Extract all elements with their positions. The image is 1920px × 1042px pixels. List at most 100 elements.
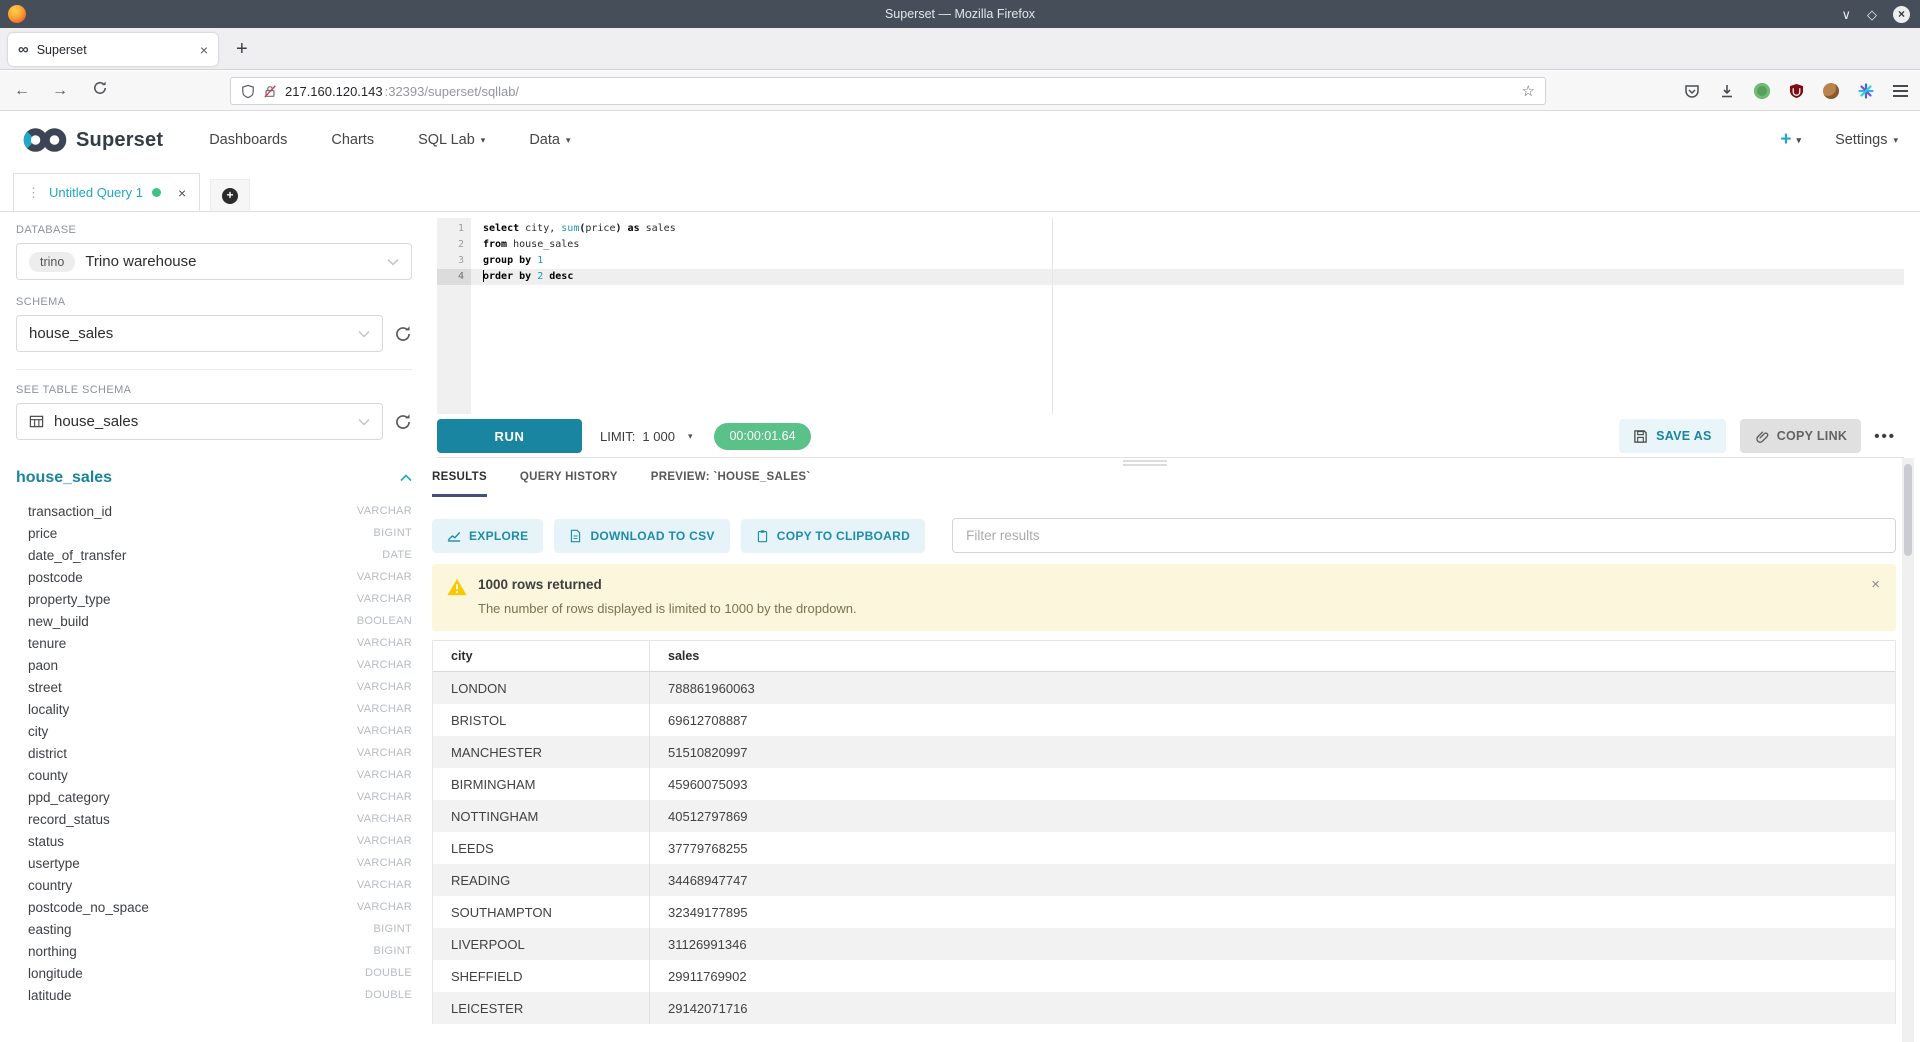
nav-item-data[interactable]: Data▾ [529,132,570,148]
table-row[interactable]: LEEDS37779768255 [433,832,1895,864]
refresh-schemas-icon[interactable] [394,325,412,343]
table-header-cell[interactable]: city [433,641,650,671]
table-select[interactable]: house_sales [16,403,383,440]
query-tab[interactable]: ⋮ Untitled Query 1 × [13,173,200,211]
more-options-button[interactable]: ••• [1874,428,1896,445]
column-row[interactable]: date_of_transferDATE [16,544,412,566]
schema-select[interactable]: house_sales [16,315,383,352]
column-row[interactable]: new_buildBOOLEAN [16,610,412,632]
tab-preview-house-sales[interactable]: PREVIEW: `HOUSE_SALES` [651,471,811,497]
collapse-table-icon[interactable] [400,474,412,482]
table-cell: BRISTOL [433,704,650,736]
nav-item-dashboards[interactable]: Dashboards [209,132,287,148]
table-row[interactable]: NOTTINGHAM40512797869 [433,800,1895,832]
column-row[interactable]: latitudeDOUBLE [16,984,412,1006]
forward-button[interactable]: → [52,81,68,101]
bookmark-star-icon[interactable]: ☆ [1522,84,1535,99]
column-row[interactable]: postcodeVARCHAR [16,566,412,588]
reload-button[interactable] [92,80,108,96]
column-row[interactable]: eastingBIGINT [16,918,412,940]
shield-icon[interactable] [241,84,255,99]
extension-ublock-icon[interactable] [1789,83,1804,99]
column-row[interactable]: priceBIGINT [16,522,412,544]
extension-cookie-icon[interactable] [1823,83,1839,99]
alert-close-icon[interactable]: × [1871,576,1880,593]
table-row[interactable]: LIVERPOOL31126991346 [433,928,1895,960]
column-row[interactable]: districtVARCHAR [16,742,412,764]
column-row[interactable]: tenureVARCHAR [16,632,412,654]
extension-privacy-icon[interactable] [1754,83,1770,99]
code-line[interactable]: from house_sales [471,237,1904,253]
table-header-cell[interactable]: sales [650,641,1895,671]
table-row[interactable]: LEICESTER29142071716 [433,992,1895,1024]
code-line[interactable]: group by 1 [471,253,1904,269]
add-query-tab-button[interactable]: + [210,179,250,211]
downloads-icon[interactable] [1719,83,1735,99]
filter-results-input[interactable] [952,518,1896,553]
tab-results[interactable]: RESULTS [432,471,487,497]
superset-logo-icon[interactable] [22,126,68,154]
new-tab-button[interactable]: + [236,36,248,62]
table-row[interactable]: MANCHESTER51510820997 [433,736,1895,768]
results-scrollbar[interactable] [1902,458,1914,1042]
link-icon [1754,429,1769,444]
alert-message: The number of rows displayed is limited … [478,601,1880,616]
explore-button[interactable]: EXPLORE [432,519,543,553]
refresh-tables-icon[interactable] [394,413,412,431]
table-row[interactable]: SOUTHAMPTON32349177895 [433,896,1895,928]
run-button[interactable]: RUN [437,419,582,453]
column-row[interactable]: ppd_categoryVARCHAR [16,786,412,808]
save-as-button[interactable]: SAVE AS [1619,419,1726,453]
drag-handle-icon[interactable]: ⋮ [27,185,40,201]
browser-tab-close-icon[interactable]: × [200,43,208,57]
window-maximize-icon[interactable]: ◇ [1867,8,1877,21]
caret-down-icon: ▾ [688,431,693,442]
column-row[interactable]: record_statusVARCHAR [16,808,412,830]
url-input[interactable]: 217.160.120.143 :32393/superset/sqllab/ … [230,77,1546,105]
table-row[interactable]: BIRMINGHAM45960075093 [433,768,1895,800]
table-row[interactable]: LONDON788861960063 [433,672,1895,704]
insecure-lock-icon[interactable] [263,84,277,99]
pocket-icon[interactable] [1684,83,1700,99]
copy-clipboard-button[interactable]: COPY TO CLIPBOARD [741,519,925,553]
column-row[interactable]: property_typeVARCHAR [16,588,412,610]
table-row[interactable]: BRISTOL69612708887 [433,704,1895,736]
sql-editor[interactable]: 1234 select city, sum(price) as salesfro… [437,218,1904,414]
menu-hamburger-icon[interactable] [1893,85,1908,97]
column-row[interactable]: longitudeDOUBLE [16,962,412,984]
code-line[interactable]: select city, sum(price) as sales [471,221,1904,237]
scrollbar-thumb[interactable] [1904,464,1912,556]
nav-item-sql-lab[interactable]: SQL Lab▾ [418,132,485,148]
column-row[interactable]: streetVARCHAR [16,676,412,698]
column-row[interactable]: postcode_no_spaceVARCHAR [16,896,412,918]
browser-tab[interactable]: ∞ Superset × [8,33,218,66]
window-close-icon[interactable]: × [1893,6,1910,23]
column-row[interactable]: transaction_idVARCHAR [16,500,412,522]
back-button[interactable]: ← [14,81,30,101]
tab-query-history[interactable]: QUERY HISTORY [520,471,618,497]
editor-code[interactable]: select city, sum(price) as salesfrom hou… [471,218,1904,414]
settings-menu[interactable]: Settings▾ [1835,132,1898,148]
brand-name[interactable]: Superset [76,129,163,152]
nav-item-charts[interactable]: Charts [331,132,374,148]
column-row[interactable]: statusVARCHAR [16,830,412,852]
column-row[interactable]: northingBIGINT [16,940,412,962]
query-tab-close-icon[interactable]: × [178,185,186,201]
code-line[interactable]: order by 2 desc [471,269,1904,285]
database-select[interactable]: trino Trino warehouse [16,243,412,280]
download-csv-button[interactable]: DOWNLOAD TO CSV [554,519,729,553]
copy-link-button[interactable]: COPY LINK [1740,419,1862,453]
table-name-heading[interactable]: house_sales [16,469,112,487]
column-row[interactable]: countryVARCHAR [16,874,412,896]
limit-dropdown[interactable]: LIMIT: 1 000 ▾ [600,429,692,444]
extension-colorful-icon[interactable] [1858,83,1874,99]
table-row[interactable]: READING34468947747 [433,864,1895,896]
column-row[interactable]: localityVARCHAR [16,698,412,720]
new-item-button[interactable]: +▾ [1780,129,1801,151]
window-minimize-icon[interactable]: ∨ [1841,8,1851,21]
column-row[interactable]: paonVARCHAR [16,654,412,676]
column-row[interactable]: cityVARCHAR [16,720,412,742]
column-row[interactable]: countyVARCHAR [16,764,412,786]
column-row[interactable]: usertypeVARCHAR [16,852,412,874]
table-row[interactable]: SHEFFIELD29911769902 [433,960,1895,992]
